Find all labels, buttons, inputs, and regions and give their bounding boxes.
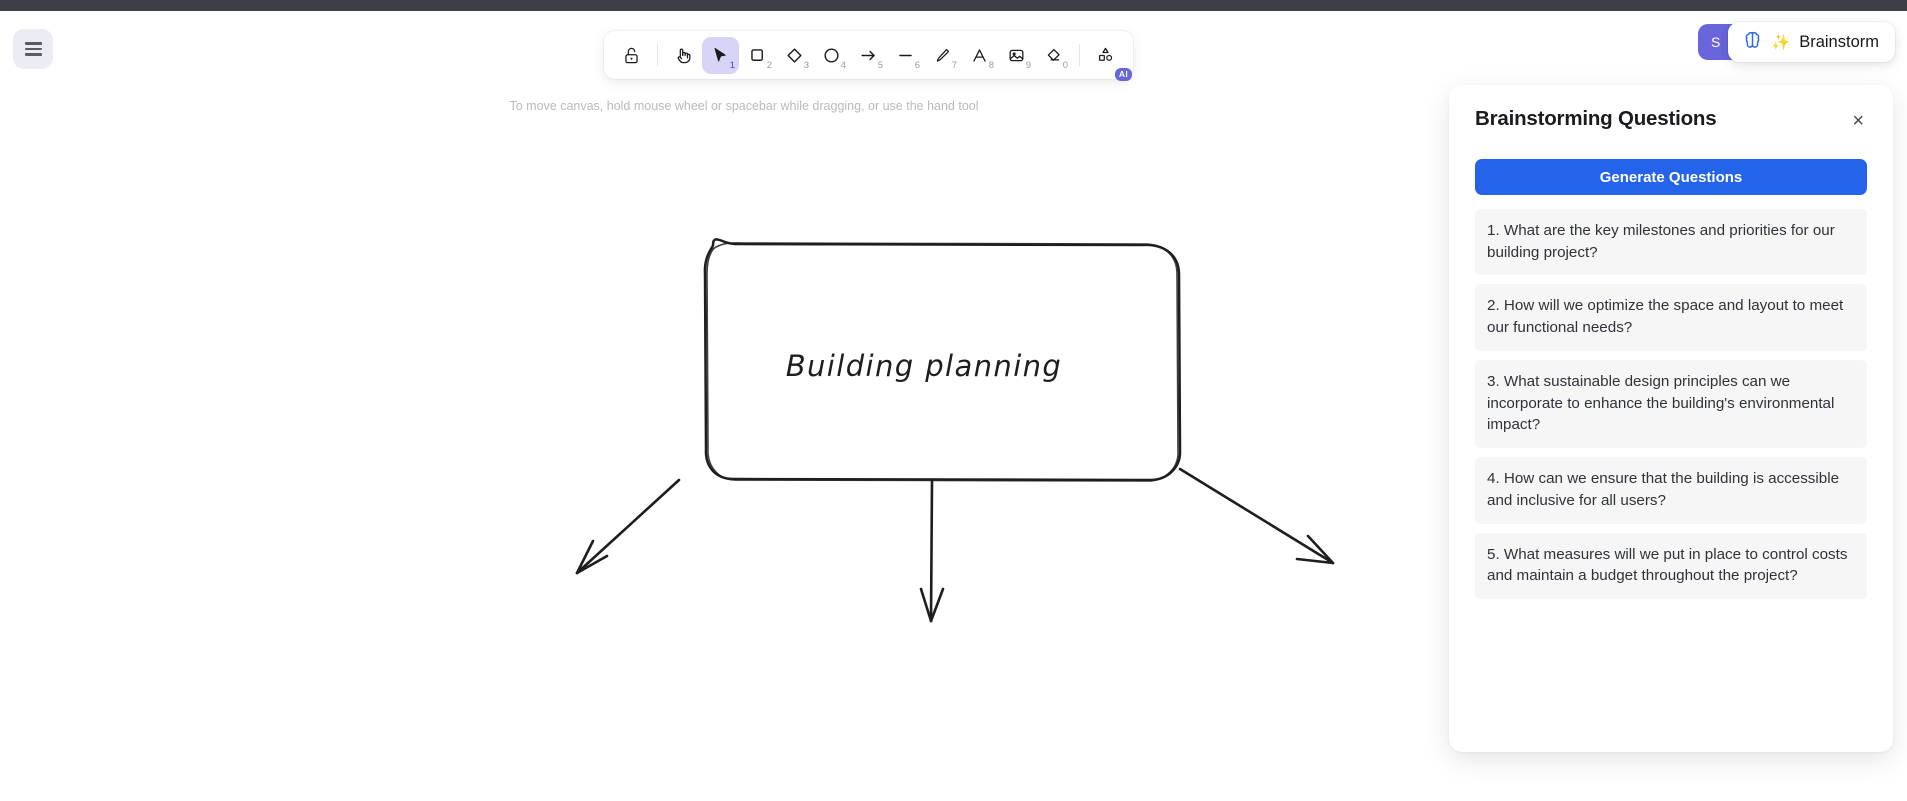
panel-header: Brainstorming Questions ×	[1475, 107, 1867, 133]
selection-icon[interactable]: 1	[702, 36, 739, 74]
sparkle-icon: ✨	[1771, 34, 1791, 51]
close-icon[interactable]: ×	[1849, 109, 1867, 133]
question-item[interactable]: 4. How can we ensure that the building i…	[1475, 457, 1867, 524]
panel-title: Brainstorming Questions	[1475, 107, 1717, 130]
tool-key-9: 9	[1025, 60, 1031, 71]
tool-key-1: 1	[729, 60, 735, 71]
tool-key-0: 0	[1062, 60, 1068, 71]
tool-key-8: 8	[988, 60, 994, 71]
canvas-hint-text: To move canvas, hold mouse wheel or spac…	[509, 99, 979, 113]
arrow-bottom-center[interactable]	[919, 479, 945, 623]
lock-icon[interactable]	[613, 37, 650, 74]
questions-list: 1. What are the key milestones and prior…	[1475, 209, 1867, 600]
text-icon[interactable]: 8	[961, 37, 998, 74]
hamburger-menu-button[interactable]	[13, 29, 53, 69]
excalidraw-app: Building planning 1 2 3 4 5 6 7 8 9 0 AI…	[0, 0, 1907, 801]
share-button-label: S	[1711, 34, 1721, 50]
brain-icon	[1742, 29, 1763, 55]
hamburger-menu-icon	[24, 42, 42, 56]
draw-icon[interactable]: 7	[924, 37, 961, 74]
rectangle-icon[interactable]: 2	[739, 37, 776, 74]
line-icon[interactable]: 6	[887, 37, 924, 74]
tool-key-6: 6	[914, 60, 920, 71]
ellipse-icon[interactable]: 4	[813, 37, 850, 74]
tool-key-7: 7	[951, 60, 957, 71]
image-icon[interactable]: 9	[998, 37, 1035, 74]
shape-label: Building planning	[786, 349, 1063, 383]
ai-badge: AI	[1114, 68, 1132, 81]
arrow-bottom-left[interactable]	[575, 478, 681, 575]
tool-key-4: 4	[840, 60, 846, 71]
browser-top-strip	[0, 0, 1907, 11]
arrow-icon[interactable]: 5	[850, 37, 887, 74]
hand-icon[interactable]	[665, 37, 702, 74]
eraser-icon[interactable]: 0	[1035, 37, 1072, 74]
toolbar-divider-1	[657, 44, 658, 66]
question-item[interactable]: 2. How will we optimize the space and la…	[1475, 284, 1867, 351]
brainstorm-button-label: Brainstorm	[1799, 32, 1879, 51]
question-item[interactable]: 1. What are the key milestones and prior…	[1475, 209, 1867, 276]
tool-toolbar[interactable]: 1 2 3 4 5 6 7 8 9 0 AI	[604, 31, 1133, 81]
arrow-bottom-right[interactable]	[1178, 467, 1335, 565]
ai-shapes-icon[interactable]: AI	[1087, 37, 1132, 81]
toolbar-divider-2	[1079, 44, 1080, 66]
diamond-icon[interactable]: 3	[776, 37, 813, 74]
tool-key-2: 2	[766, 60, 772, 71]
brainstorming-panel: Brainstorming Questions × Generate Quest…	[1449, 85, 1893, 752]
tool-key-3: 3	[803, 60, 809, 71]
question-item[interactable]: 3. What sustainable design principles ca…	[1475, 359, 1867, 449]
generate-questions-button[interactable]: Generate Questions	[1475, 159, 1867, 195]
brainstorm-button[interactable]: ✨ Brainstorm	[1727, 22, 1895, 62]
question-item[interactable]: 5. What measures will we put in place to…	[1475, 532, 1867, 600]
tool-key-5: 5	[877, 60, 883, 71]
